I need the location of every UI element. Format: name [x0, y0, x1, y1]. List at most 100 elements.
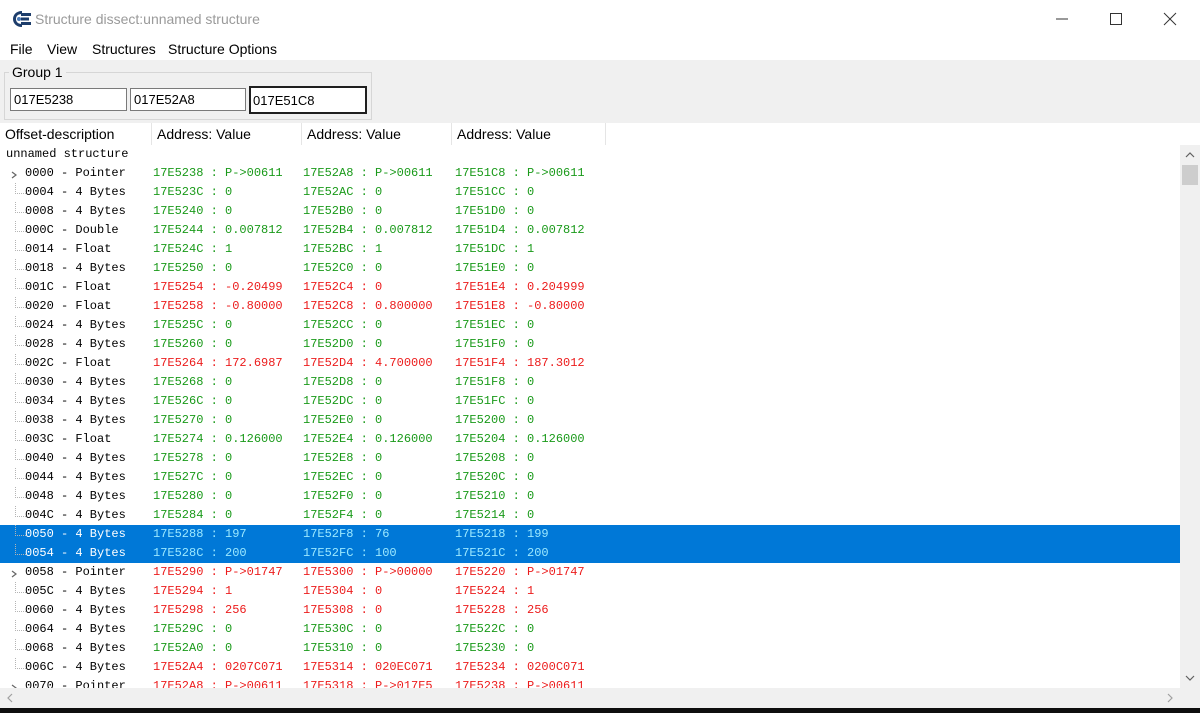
structure-row[interactable]: 000C - Double 17E5244 : 0.007812 17E52B4 :… — [0, 221, 1180, 240]
offset-description: 003C - Float — [25, 432, 112, 446]
address-value-cell: 17E52C0 : 0 — [303, 261, 383, 275]
address-field-3[interactable] — [249, 86, 367, 114]
scroll-down-icon[interactable] — [1182, 670, 1198, 686]
maximize-button[interactable] — [1089, 0, 1143, 38]
offset-description: 002C - Float — [25, 356, 112, 370]
address-value-cell: 17E51CC : 0 — [455, 185, 535, 199]
address-value-cell: 17E5210 : 0 — [455, 489, 535, 503]
structure-row[interactable]: 004C - 4 Bytes 17E5284 : 0 17E52F4 : 0 17E5… — [0, 506, 1180, 525]
menu-view[interactable]: View — [47, 41, 77, 57]
offset-description: 0070 - Pointer — [25, 679, 126, 688]
address-value-cell: 17E51D0 : 0 — [455, 204, 535, 218]
structure-row[interactable]: 0000 - Pointer 17E5238 : P->00611 17E52A8 … — [0, 164, 1180, 183]
address-value-cell: 17E530C : 0 — [303, 622, 383, 636]
structure-row[interactable]: 001C - Float 17E5254 : -0.20499 17E52C4 : … — [0, 278, 1180, 297]
offset-description: 0038 - 4 Bytes — [25, 413, 126, 427]
address-value-cell: 17E5254 : -0.20499 — [153, 280, 283, 294]
menu-structures[interactable]: Structures — [92, 41, 156, 57]
offset-description: 0018 - 4 Bytes — [25, 261, 126, 275]
address-value-cell: 17E51C8 : P->00611 — [455, 166, 585, 180]
structure-row[interactable]: 0038 - 4 Bytes 17E5270 : 0 17E52E0 : 0 17E5… — [0, 411, 1180, 430]
scroll-up-icon[interactable] — [1182, 147, 1198, 163]
address-value-cell: 17E5244 : 0.007812 — [153, 223, 283, 237]
address-value-cell: 17E52EC : 0 — [303, 470, 383, 484]
structure-row[interactable]: 005C - 4 Bytes 17E5294 : 1 17E5304 : 0 17E5… — [0, 582, 1180, 601]
menu-file[interactable]: File — [10, 41, 33, 57]
structure-row[interactable]: 0040 - 4 Bytes 17E5278 : 0 17E52E8 : 0 17E5… — [0, 449, 1180, 468]
expand-arrow-icon[interactable] — [10, 569, 18, 579]
address-value-cell: 17E5304 : 0 — [303, 584, 383, 598]
offset-description: 0034 - 4 Bytes — [25, 394, 126, 408]
structure-root-row[interactable]: unnamed structure — [0, 145, 1180, 164]
address-value-cell: 17E51E4 : 0.204999 — [455, 280, 585, 294]
structure-row[interactable]: 0044 - 4 Bytes 17E527C : 0 17E52EC : 0 17E5… — [0, 468, 1180, 487]
structure-row[interactable]: 0034 - 4 Bytes 17E526C : 0 17E52DC : 0 17E5… — [0, 392, 1180, 411]
scroll-left-icon[interactable] — [2, 690, 18, 706]
address-value-cell: 17E52AC : 0 — [303, 185, 383, 199]
offset-description: 001C - Float — [25, 280, 112, 294]
offset-description: 0014 - Float — [25, 242, 112, 256]
address-value-cell: 17E51EC : 0 — [455, 318, 535, 332]
structure-row[interactable]: 0070 - Pointer 17E52A8 : P->00611 17E5318 … — [0, 677, 1180, 688]
structure-tree-list[interactable]: unnamed structure 0000 - Pointer 17E5238 … — [0, 145, 1180, 688]
address-value-cell: 17E52A8 : P->00611 — [153, 679, 283, 688]
address-value-cell: 17E52D8 : 0 — [303, 375, 383, 389]
address-value-cell: 17E521C : 200 — [455, 546, 549, 560]
structure-row[interactable]: 0060 - 4 Bytes 17E5298 : 256 17E5308 : 0 17… — [0, 601, 1180, 620]
structure-row[interactable]: 0030 - 4 Bytes 17E5268 : 0 17E52D8 : 0 17E5… — [0, 373, 1180, 392]
menu-bar: File View Structures Structure Options — [0, 38, 1200, 60]
address-value-cell: 17E52A4 : 0207C071 — [153, 660, 283, 674]
structure-row[interactable]: 002C - Float 17E5264 : 172.6987 17E52D4 : … — [0, 354, 1180, 373]
address-value-cell: 17E529C : 0 — [153, 622, 233, 636]
structure-row[interactable]: 0054 - 4 Bytes 17E528C : 200 17E52FC : 100… — [0, 544, 1180, 563]
scroll-right-icon[interactable] — [1162, 690, 1178, 706]
column-header-offset[interactable]: Offset-description — [0, 123, 152, 145]
structure-row[interactable]: 0008 - 4 Bytes 17E5240 : 0 17E52B0 : 0 17E5… — [0, 202, 1180, 221]
vertical-scrollbar[interactable] — [1180, 145, 1200, 688]
title-bar[interactable]: Structure dissect:unnamed structure — [0, 0, 1200, 38]
offset-description: 0064 - 4 Bytes — [25, 622, 126, 636]
structure-row[interactable]: 0048 - 4 Bytes 17E5280 : 0 17E52F0 : 0 17E5… — [0, 487, 1180, 506]
address-value-cell: 17E5310 : 0 — [303, 641, 383, 655]
address-value-cell: 17E52A8 : P->00611 — [303, 166, 433, 180]
structure-row[interactable]: 0018 - 4 Bytes 17E5250 : 0 17E52C0 : 0 17E5… — [0, 259, 1180, 278]
structure-row[interactable]: 003C - Float 17E5274 : 0.126000 17E52E4 : … — [0, 430, 1180, 449]
address-value-cell: 17E5298 : 256 — [153, 603, 247, 617]
address-value-cell: 17E522C : 0 — [455, 622, 535, 636]
column-header-address-3[interactable]: Address: Value — [452, 123, 606, 145]
offset-description: 0000 - Pointer — [25, 166, 126, 180]
structure-row[interactable]: 0064 - 4 Bytes 17E529C : 0 17E530C : 0 17E5… — [0, 620, 1180, 639]
structure-row[interactable]: 0004 - 4 Bytes 17E523C : 0 17E52AC : 0 17E5… — [0, 183, 1180, 202]
address-value-cell: 17E5308 : 0 — [303, 603, 383, 617]
address-value-cell: 17E51F4 : 187.3012 — [455, 356, 585, 370]
structure-row[interactable]: 0028 - 4 Bytes 17E5260 : 0 17E52D0 : 0 17E5… — [0, 335, 1180, 354]
structure-row[interactable]: 0020 - Float 17E5258 : -0.80000 17E52C8 : … — [0, 297, 1180, 316]
vertical-scroll-thumb[interactable] — [1182, 165, 1198, 185]
address-value-cell: 17E524C : 1 — [153, 242, 233, 256]
address-value-cell: 17E51F8 : 0 — [455, 375, 535, 389]
column-header-address-1[interactable]: Address: Value — [152, 123, 302, 145]
address-value-cell: 17E5284 : 0 — [153, 508, 233, 522]
structure-name: unnamed structure — [6, 147, 129, 161]
address-value-cell: 17E51E8 : -0.80000 — [455, 299, 585, 313]
address-value-cell: 17E5208 : 0 — [455, 451, 535, 465]
structure-row[interactable]: 0024 - 4 Bytes 17E525C : 0 17E52CC : 0 17E5… — [0, 316, 1180, 335]
address-value-cell: 17E51E0 : 0 — [455, 261, 535, 275]
expand-arrow-icon[interactable] — [10, 170, 18, 180]
structure-row[interactable]: 006C - 4 Bytes 17E52A4 : 0207C071 17E5314 … — [0, 658, 1180, 677]
column-header-address-2[interactable]: Address: Value — [302, 123, 452, 145]
address-value-cell: 17E52E0 : 0 — [303, 413, 383, 427]
address-value-cell: 17E5280 : 0 — [153, 489, 233, 503]
horizontal-scrollbar[interactable] — [0, 688, 1200, 708]
minimize-button[interactable] — [1035, 0, 1089, 38]
structure-row[interactable]: 0058 - Pointer 17E5290 : P->01747 17E5300 … — [0, 563, 1180, 582]
address-field-1[interactable] — [10, 88, 127, 111]
structure-row[interactable]: 0050 - 4 Bytes 17E5288 : 197 17E52F8 : 76 1… — [0, 525, 1180, 544]
close-button[interactable] — [1143, 0, 1197, 38]
address-field-2[interactable] — [130, 88, 246, 111]
address-value-cell: 17E527C : 0 — [153, 470, 233, 484]
structure-row[interactable]: 0014 - Float 17E524C : 1 17E52BC : 1 17E51D… — [0, 240, 1180, 259]
close-icon — [1163, 12, 1177, 26]
menu-structure-options[interactable]: Structure Options — [168, 41, 277, 57]
structure-row[interactable]: 0068 - 4 Bytes 17E52A0 : 0 17E5310 : 0 17E5… — [0, 639, 1180, 658]
